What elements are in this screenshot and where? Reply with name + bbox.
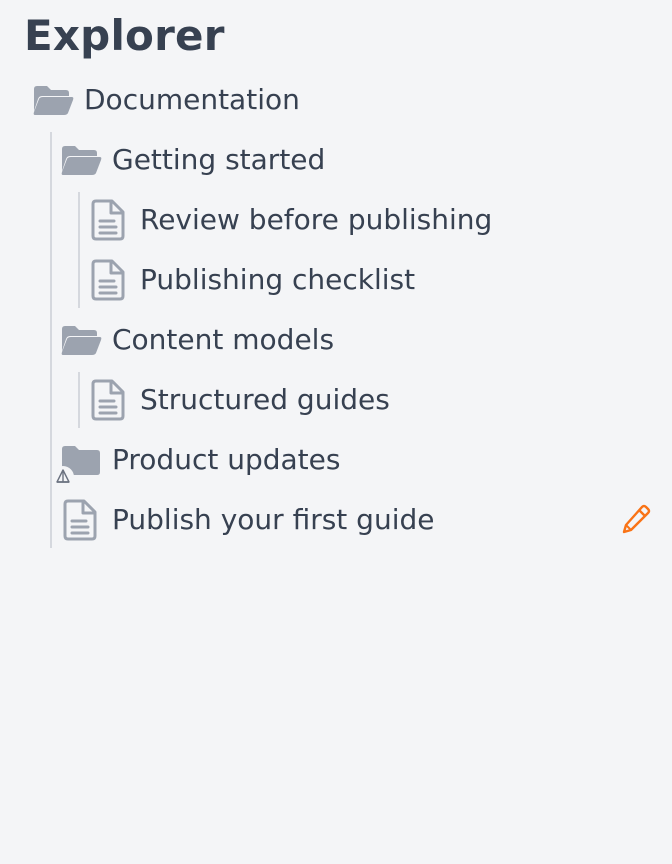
tree-item-label: Publish your first guide bbox=[112, 503, 435, 536]
explorer-panel: Explorer Documentation Getting started R… bbox=[0, 0, 672, 864]
tree-item-label: Product updates bbox=[112, 443, 341, 476]
edit-button[interactable] bbox=[618, 501, 654, 537]
pencil-icon bbox=[622, 504, 651, 534]
tree-item-label: Publishing checklist bbox=[140, 263, 416, 296]
tree-item-publish-your-first-guide[interactable]: Publish your first guide bbox=[62, 490, 434, 550]
folder-open-icon bbox=[32, 82, 74, 118]
tree-item-label: Review before publishing bbox=[140, 203, 493, 236]
tree-item-publishing-checklist[interactable]: Publishing checklist bbox=[90, 250, 415, 310]
tree-item-getting-started[interactable]: Getting started bbox=[60, 130, 325, 190]
tree-item-review-before-publishing[interactable]: Review before publishing bbox=[90, 190, 492, 250]
document-icon bbox=[62, 499, 98, 541]
tree-item-label: Content models bbox=[112, 323, 335, 356]
folder-icon bbox=[52, 442, 102, 488]
tree-item-label: Getting started bbox=[112, 143, 326, 176]
document-icon bbox=[90, 259, 126, 301]
tree-guide-content-models bbox=[78, 372, 80, 428]
document-icon bbox=[90, 199, 126, 241]
cone-icon bbox=[52, 466, 74, 488]
tree-item-label: Documentation bbox=[84, 83, 300, 116]
tree-guide-getting-started bbox=[78, 192, 80, 308]
folder-open-icon bbox=[60, 322, 102, 358]
page-title: Explorer bbox=[24, 11, 225, 60]
tree-item-structured-guides[interactable]: Structured guides bbox=[90, 370, 390, 430]
tree-item-documentation[interactable]: Documentation bbox=[32, 70, 300, 130]
tree-item-content-models[interactable]: Content models bbox=[60, 310, 334, 370]
tree-item-product-updates[interactable]: Product updates bbox=[52, 430, 341, 490]
tree-guide-documentation bbox=[50, 132, 52, 548]
folder-open-icon bbox=[60, 142, 102, 178]
document-icon bbox=[90, 379, 126, 421]
tree-item-label: Structured guides bbox=[140, 383, 390, 416]
